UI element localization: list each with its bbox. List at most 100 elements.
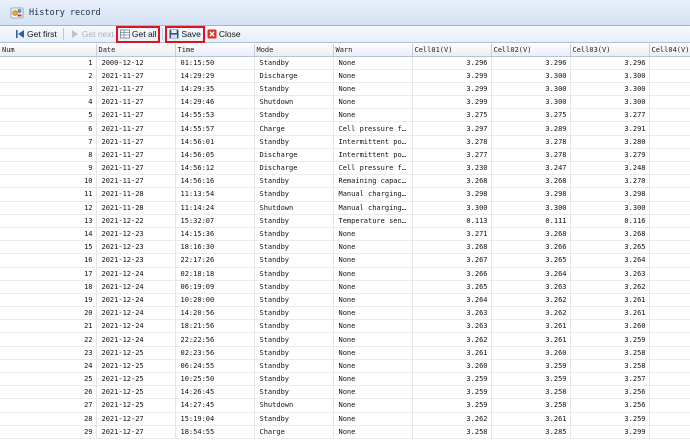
cell-cell02: 3.259 xyxy=(491,359,571,374)
get-first-label: Get first xyxy=(27,29,57,39)
table-row[interactable]: 6 2021-11-27 14:55:57 Charge Cell pressure f… xyxy=(0,121,690,136)
cell-warn: Intermittent po… xyxy=(333,148,413,163)
cell-time: 10:25:50 xyxy=(175,372,255,387)
table-row[interactable]: 2 2021-11-27 14:29:29 Discharge None 3.299 3.3… xyxy=(0,69,690,83)
cell-cell03: 3.300 xyxy=(570,201,650,215)
column-header-warn[interactable]: Warn xyxy=(333,44,413,57)
table-row[interactable]: 13 2021-12-22 15:32:07 Standby Temperature s… xyxy=(0,214,690,228)
table-row[interactable]: 12 2021-11-28 11:14:24 Shutdown Manual charg… xyxy=(0,201,690,215)
cell-num: 25 xyxy=(0,372,97,387)
table-row[interactable]: 23 2021-12-25 02:23:56 Standby None 3.261 3.26… xyxy=(0,346,690,360)
table-row[interactable]: 27 2021-12-25 14:27:45 Shutdown None 3.259 3.2… xyxy=(0,398,690,413)
table-row[interactable]: 1 2000-12-12 01:15:50 Standby None 3.296 3.296… xyxy=(0,56,690,70)
table-row[interactable]: 22 2021-12-24 22:22:56 Standby None 3.262 3.26… xyxy=(0,332,690,347)
cell-cell04 xyxy=(649,385,690,400)
cell-cell02: 3.266 xyxy=(491,240,571,255)
table-row[interactable]: 11 2021-11-28 11:13:54 Standby Manual chargi… xyxy=(0,187,690,202)
table-row[interactable]: 28 2021-12-27 15:19:04 Standby None 3.262 3.26… xyxy=(0,412,690,426)
save-button[interactable]: Save xyxy=(165,25,205,43)
table-row[interactable]: 8 2021-11-27 14:56:05 Discharge Intermittent… xyxy=(0,148,690,163)
get-all-button[interactable]: Get all xyxy=(115,25,161,43)
cell-mode: Shutdown xyxy=(254,95,334,110)
first-page-icon xyxy=(15,29,25,39)
cell-cell03: 3.296 xyxy=(570,56,650,70)
table-row[interactable]: 26 2021-12-25 14:26:45 Standby None 3.259 3.25… xyxy=(0,385,690,400)
cell-cell04 xyxy=(649,214,690,228)
save-label: Save xyxy=(181,29,201,39)
table-row[interactable]: 29 2021-12-27 18:54:55 Charge None 3.258 3.285… xyxy=(0,425,690,439)
table-row[interactable]: 14 2021-12-23 14:15:36 Standby None 3.271 3.26… xyxy=(0,227,690,242)
cell-cell02: 3.278 xyxy=(491,148,571,163)
cell-warn: None xyxy=(333,108,413,123)
cell-cell03: 3.258 xyxy=(570,346,650,360)
table-row[interactable]: 21 2021-12-24 18:21:56 Standby None 3.263 3.26… xyxy=(0,319,690,334)
column-header-mode[interactable]: Mode xyxy=(254,44,334,57)
cell-cell03: 0.116 xyxy=(570,214,650,228)
cell-date: 2021-11-27 xyxy=(96,82,176,97)
get-first-button[interactable]: Get first xyxy=(12,27,60,42)
table-row[interactable]: 17 2021-12-24 02:18:18 Standby None 3.266 3.26… xyxy=(0,267,690,281)
cell-cell02: 3.247 xyxy=(491,161,571,176)
cell-date: 2021-12-27 xyxy=(96,425,176,439)
cell-time: 14:56:12 xyxy=(175,161,255,176)
cell-mode: Standby xyxy=(254,372,334,387)
cell-cell03: 3.248 xyxy=(570,161,650,176)
cell-warn: Cell pressure f… xyxy=(333,161,413,176)
table-row[interactable]: 9 2021-11-27 14:56:12 Discharge Cell pressur… xyxy=(0,161,690,176)
cell-cell02: 3.275 xyxy=(491,108,571,123)
column-header-time[interactable]: Time xyxy=(175,44,255,57)
cell-time: 18:21:56 xyxy=(175,319,255,334)
cell-date: 2021-11-27 xyxy=(96,161,176,176)
cell-cell01: 3.296 xyxy=(412,56,492,70)
column-header-date[interactable]: Date xyxy=(96,44,176,57)
cell-mode: Standby xyxy=(254,332,334,347)
table-row[interactable]: 15 2021-12-23 18:16:30 Standby None 3.268 3.26… xyxy=(0,240,690,255)
cell-cell02: 3.263 xyxy=(491,280,571,294)
table-row[interactable]: 3 2021-11-27 14:29:35 Standby None 3.299 3.300… xyxy=(0,82,690,97)
table-row[interactable]: 4 2021-11-27 14:29:46 Shutdown None 3.299 3.30… xyxy=(0,95,690,110)
get-next-button[interactable]: Get next xyxy=(67,27,117,42)
cell-date: 2021-11-27 xyxy=(96,148,176,163)
cell-date: 2021-11-27 xyxy=(96,69,176,83)
cell-cell01: 3.262 xyxy=(412,332,492,347)
cell-cell01: 3.297 xyxy=(412,121,492,136)
cell-cell03: 3.279 xyxy=(570,148,650,163)
cell-date: 2021-12-23 xyxy=(96,253,176,268)
cell-num: 1 xyxy=(0,56,97,70)
cell-time: 14:29:35 xyxy=(175,82,255,97)
table-row[interactable]: 24 2021-12-25 06:24:55 Standby None 3.260 3.25… xyxy=(0,359,690,374)
cell-cell04 xyxy=(649,346,690,360)
cell-cell01: 3.299 xyxy=(412,82,492,97)
close-button[interactable]: Close xyxy=(204,27,244,42)
cell-mode: Standby xyxy=(254,280,334,294)
cell-cell04 xyxy=(649,306,690,321)
cell-cell03: 3.270 xyxy=(570,174,650,189)
cell-mode: Standby xyxy=(254,293,334,308)
table-row[interactable]: 10 2021-11-27 14:56:16 Standby Remaining cap… xyxy=(0,174,690,189)
column-header-cell03[interactable]: Cell03(V) xyxy=(570,44,650,57)
cell-cell04 xyxy=(649,267,690,281)
cell-num: 5 xyxy=(0,108,97,123)
column-header-cell01[interactable]: Cell01(V) xyxy=(412,44,492,57)
cell-time: 14:29:46 xyxy=(175,95,255,110)
cell-cell02: 3.258 xyxy=(491,398,571,413)
table-row[interactable]: 18 2021-12-24 06:19:09 Standby None 3.265 3.26… xyxy=(0,280,690,294)
column-header-num[interactable]: Num xyxy=(0,44,97,57)
cell-warn: None xyxy=(333,398,413,413)
cell-mode: Standby xyxy=(254,82,334,97)
cell-mode: Shutdown xyxy=(254,398,334,413)
table-row[interactable]: 20 2021-12-24 14:20:56 Standby None 3.263 3.26… xyxy=(0,306,690,321)
cell-cell03: 3.277 xyxy=(570,108,650,123)
column-header-cell04[interactable]: Cell04(V) xyxy=(649,44,690,57)
column-header-cell02[interactable]: Cell02(V) xyxy=(491,44,571,57)
cell-date: 2021-12-25 xyxy=(96,398,176,413)
table-row[interactable]: 5 2021-11-27 14:55:53 Standby None 3.275 3.275… xyxy=(0,108,690,123)
table-row[interactable]: 25 2021-12-25 10:25:50 Standby None 3.259 3.25… xyxy=(0,372,690,387)
cell-mode: Standby xyxy=(254,240,334,255)
table-row[interactable]: 7 2021-11-27 14:56:01 Standby Intermittent p… xyxy=(0,135,690,149)
cell-cell03: 3.257 xyxy=(570,372,650,387)
table-row[interactable]: 16 2021-12-23 22:17:26 Standby None 3.267 3.26… xyxy=(0,253,690,268)
cell-warn: None xyxy=(333,346,413,360)
cell-date: 2021-11-27 xyxy=(96,135,176,149)
table-row[interactable]: 19 2021-12-24 10:20:00 Standby None 3.264 3.26… xyxy=(0,293,690,308)
